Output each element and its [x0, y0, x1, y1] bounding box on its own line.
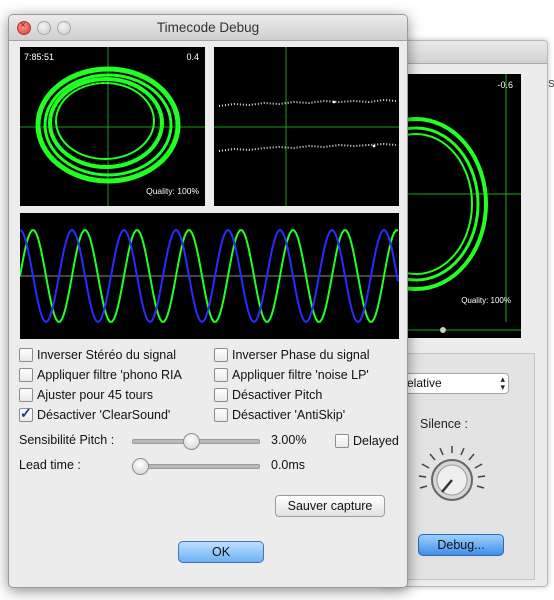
waveform-plot [20, 228, 399, 324]
background-scope-quality: Quality: 100% [461, 296, 511, 305]
timecode-scope-plot [20, 47, 205, 206]
window-title: Timecode Debug [156, 20, 260, 35]
scope-timecode-readout: 7:85:51 [24, 52, 55, 62]
option-disable-pitch[interactable]: Désactiver Pitch [214, 388, 322, 402]
background-scope-display: -0.6 Quality: 100% [401, 74, 521, 322]
signal-scatter-display [214, 47, 399, 206]
background-scope-value: -0.6 [497, 80, 513, 90]
option-label: Ajuster pour 45 tours [37, 388, 154, 402]
background-scope-strip [401, 322, 521, 338]
slider-thumb[interactable] [132, 458, 149, 475]
delayed-checkbox[interactable] [335, 434, 349, 448]
option-checkbox[interactable] [214, 388, 228, 402]
option-invert-stereo[interactable]: Inverser Stéréo du signal [19, 348, 176, 362]
option-checkbox[interactable] [19, 388, 33, 402]
waveform-display [20, 213, 399, 339]
window-titlebar: × Timecode Debug [9, 15, 407, 41]
option-noise-filter[interactable]: Appliquer filtre 'noise LP' [214, 368, 402, 382]
silence-knob[interactable] [412, 440, 492, 523]
ok-button[interactable]: OK [178, 541, 264, 563]
pitch-sensitivity-slider[interactable] [132, 433, 260, 450]
slider-thumb[interactable] [182, 433, 200, 450]
option-checkbox[interactable] [19, 348, 33, 362]
option-checkbox[interactable] [214, 348, 228, 362]
timecode-debug-window: × Timecode Debug 7:85:51 0.4 Quality: 10… [8, 14, 408, 588]
lead-time-value: 0.0ms [271, 458, 306, 472]
option-label: Désactiver 'AntiSkip' [232, 408, 346, 422]
lead-time-slider[interactable] [132, 458, 260, 475]
option-checkbox[interactable] [19, 368, 33, 382]
delayed-option[interactable]: Delayed [335, 434, 399, 448]
option-label: Appliquer filtre 'noise LP' [232, 368, 369, 382]
option-label: Appliquer filtre 'phono RIA [37, 368, 182, 382]
option-label: Inverser Stéréo du signal [37, 348, 176, 362]
option-label: Désactiver Pitch [232, 388, 323, 402]
scope-quality-readout: Quality: 100% [146, 186, 199, 196]
option-phono-filter[interactable]: Appliquer filtre 'phono RIA [19, 368, 202, 382]
option-label: Inverser Phase du signal [232, 348, 370, 362]
debug-button[interactable]: Debug... [418, 534, 504, 556]
silence-label: Silence : [420, 417, 468, 431]
select-arrows-icon: ▴ ▾ [500, 374, 505, 392]
scope-value-readout: 0.4 [186, 52, 199, 62]
mode-select[interactable]: relative ▴ ▾ [399, 373, 509, 394]
option-checkbox[interactable] [214, 368, 228, 382]
option-disable-antiskip[interactable]: Désactiver 'AntiSkip' [214, 408, 345, 422]
lead-time-label: Lead time : [19, 458, 81, 472]
timecode-scope-display: 7:85:51 0.4 Quality: 100% [20, 47, 205, 206]
save-capture-button[interactable]: Sauver capture [275, 495, 385, 517]
option-checkbox-checked[interactable] [19, 405, 33, 422]
slider-track [132, 464, 260, 469]
background-scope-plot [401, 74, 521, 322]
pitch-sensitivity-value: 3.00% [271, 433, 307, 447]
pitch-sensitivity-label: Sensibilité Pitch : [19, 433, 115, 447]
option-checkbox[interactable] [214, 408, 228, 422]
option-disable-clearsound[interactable]: Désactiver 'ClearSound' [19, 405, 171, 422]
option-label: Désactiver 'ClearSound' [37, 408, 171, 422]
background-edge-letter: S [548, 79, 554, 90]
option-invert-phase[interactable]: Inverser Phase du signal [214, 348, 370, 362]
delayed-label: Delayed [353, 434, 399, 448]
mode-select-value: relative [403, 376, 442, 390]
option-45-rpm[interactable]: Ajuster pour 45 tours [19, 388, 153, 402]
signal-scatter-plot [214, 47, 399, 206]
